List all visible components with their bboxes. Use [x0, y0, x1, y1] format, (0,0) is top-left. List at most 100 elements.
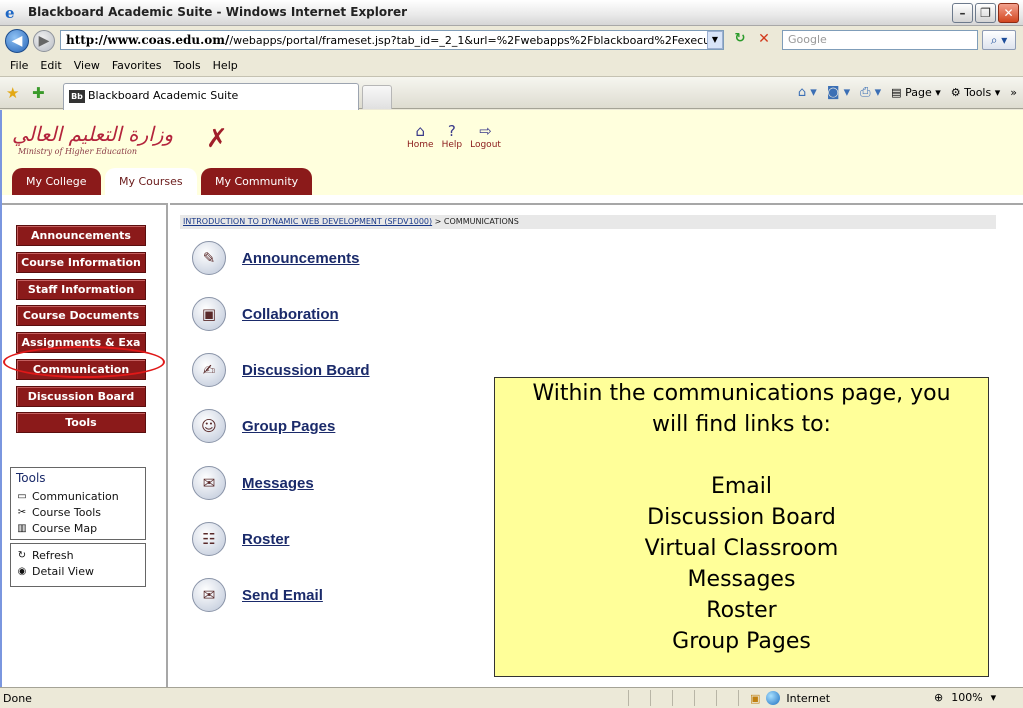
- security-zone[interactable]: ▣ Internet: [750, 691, 830, 705]
- messages-icon[interactable]: ✉: [192, 466, 226, 500]
- menu-view[interactable]: View: [68, 56, 106, 76]
- browser-tab[interactable]: Bb Blackboard Academic Suite: [63, 83, 359, 110]
- url-dropdown-icon[interactable]: ▼: [707, 31, 723, 49]
- announcements-icon[interactable]: ✎: [192, 241, 226, 275]
- roster-link[interactable]: Roster: [242, 531, 290, 548]
- search-input[interactable]: Google: [782, 30, 978, 50]
- restore-button[interactable]: ❐: [975, 3, 996, 23]
- nav-discussion-board[interactable]: Discussion Board: [16, 386, 146, 407]
- detail-view-action[interactable]: ◉ Detail View: [16, 563, 140, 579]
- page-menu[interactable]: ▤ Page ▾: [891, 86, 941, 99]
- refresh-action-icon: ↻: [17, 549, 27, 561]
- close-button[interactable]: ✕: [998, 3, 1019, 23]
- internet-globe-icon: [766, 691, 781, 705]
- help-icon: ?: [447, 122, 456, 140]
- tool-group-pages: ☺ Group Pages: [192, 409, 335, 443]
- window-title: Blackboard Academic Suite - Windows Inte…: [28, 5, 408, 19]
- add-favorite-icon[interactable]: ✚: [32, 84, 45, 102]
- collaboration-icon[interactable]: ▣: [192, 297, 226, 331]
- menu-edit[interactable]: Edit: [34, 56, 67, 76]
- actions-box: ↻ Refresh ◉ Detail View: [10, 543, 146, 587]
- favorites-star-icon[interactable]: ★: [6, 84, 19, 102]
- nav-tools[interactable]: Tools: [16, 412, 146, 433]
- search-button[interactable]: ⌕ ▾: [982, 30, 1016, 50]
- zoom-control[interactable]: ⊕ 100% ▾: [934, 691, 996, 704]
- ie-logo-icon: e: [5, 4, 15, 22]
- tools-item-label: Course Map: [32, 521, 98, 535]
- home-icon[interactable]: ⌂ ▾: [798, 85, 817, 100]
- help-link-label: Help: [441, 140, 463, 150]
- tab-my-college[interactable]: My College: [12, 168, 101, 195]
- nav-staff-information[interactable]: Staff Information: [16, 279, 146, 300]
- tool-announcements: ✎ Announcements: [192, 241, 360, 275]
- callout-item-virtual-classroom: Virtual Classroom: [644, 536, 839, 561]
- breadcrumb-course-link[interactable]: INTRODUCTION TO DYNAMIC WEB DEVELOPMENT …: [183, 217, 432, 226]
- page-menu-label: Page: [905, 86, 932, 99]
- chevron-more-icon[interactable]: »: [1010, 86, 1017, 99]
- logout-icon: ⇨: [479, 122, 492, 140]
- stop-icon[interactable]: ✕: [754, 31, 774, 49]
- home-link-icon: ⌂: [415, 122, 426, 140]
- url-path: /webapps/portal/frameset.jsp?tab_id=_2_1…: [229, 34, 724, 47]
- nav-announcements[interactable]: Announcements: [16, 225, 146, 246]
- tools-box: Tools ▭ Communication ✂ Course Tools ▥ Cour…: [10, 467, 146, 540]
- back-button[interactable]: ◀: [5, 29, 29, 53]
- status-separator: [672, 690, 673, 706]
- logo-arabic-text: وزارة التعليم العالي: [12, 122, 174, 146]
- group-pages-icon[interactable]: ☺: [192, 409, 226, 443]
- tool-send-email: ✉ Send Email: [192, 578, 323, 612]
- nav-course-information[interactable]: Course Information: [16, 252, 146, 273]
- tools-menu-label: Tools: [964, 86, 992, 99]
- home-link[interactable]: ⌂ Home: [407, 122, 434, 150]
- title-bar: e Blackboard Academic Suite - Windows In…: [0, 0, 1023, 26]
- group-pages-link[interactable]: Group Pages: [242, 418, 335, 435]
- status-separator: [716, 690, 717, 706]
- logout-link-label: Logout: [470, 140, 501, 150]
- minimize-button[interactable]: –: [952, 3, 973, 23]
- tools-item-course-map[interactable]: ▥ Course Map: [16, 520, 140, 536]
- tool-roster: ☷ Roster: [192, 522, 290, 556]
- status-separator: [650, 690, 651, 706]
- roster-icon[interactable]: ☷: [192, 522, 226, 556]
- forward-button[interactable]: ▶: [33, 30, 55, 52]
- tools-item-course-tools[interactable]: ✂ Course Tools: [16, 504, 140, 520]
- logout-link[interactable]: ⇨ Logout: [470, 122, 501, 150]
- zoom-icon: ⊕: [934, 691, 944, 704]
- discussion-board-link[interactable]: Discussion Board: [242, 362, 370, 379]
- menu-tools[interactable]: Tools: [168, 56, 207, 76]
- tab-my-courses[interactable]: My Courses: [105, 168, 197, 195]
- menu-favorites[interactable]: Favorites: [106, 56, 168, 76]
- wrench-icon: ✂: [17, 506, 27, 518]
- callout-item-messages: Messages: [687, 567, 796, 592]
- top-links: ⌂ Home ? Help ⇨ Logout: [407, 122, 501, 150]
- menu-help[interactable]: Help: [207, 56, 244, 76]
- send-email-icon[interactable]: ✉: [192, 578, 226, 612]
- callout-line-1: Within the communications page, you: [532, 381, 951, 406]
- feeds-icon[interactable]: ◙ ▾: [827, 85, 850, 100]
- messages-link[interactable]: Messages: [242, 475, 314, 492]
- tools-box-heading: Tools: [16, 471, 46, 485]
- tools-item-label: Course Tools: [32, 505, 101, 519]
- new-tab-button[interactable]: [362, 85, 392, 109]
- tab-bar: ★ ✚ Bb Blackboard Academic Suite ⌂ ▾ ◙ ▾…: [0, 76, 1023, 110]
- annotation-callout: Within the communications page, you will…: [494, 377, 989, 677]
- discussion-board-icon[interactable]: ✍: [192, 353, 226, 387]
- status-separator: [694, 690, 695, 706]
- nav-course-documents[interactable]: Course Documents: [16, 305, 146, 326]
- menu-file[interactable]: File: [4, 56, 34, 76]
- refresh-icon[interactable]: ↻: [730, 31, 750, 49]
- send-email-link[interactable]: Send Email: [242, 587, 323, 604]
- help-link[interactable]: ? Help: [442, 122, 463, 150]
- tools-item-communication[interactable]: ▭ Communication: [16, 488, 140, 504]
- callout-line-2: will find links to:: [652, 412, 831, 437]
- tab-my-community[interactable]: My Community: [201, 168, 313, 195]
- print-icon[interactable]: ⎙ ▾: [860, 85, 881, 100]
- tools-menu[interactable]: ⚙ Tools ▾: [951, 86, 1001, 99]
- announcements-link[interactable]: Announcements: [242, 250, 360, 267]
- tool-discussion-board: ✍ Discussion Board: [192, 353, 370, 387]
- url-input[interactable]: http://www.coas.edu.om//webapps/portal/f…: [60, 30, 724, 50]
- collaboration-link[interactable]: Collaboration: [242, 306, 339, 323]
- zoom-dropdown-icon: ▾: [990, 691, 997, 704]
- refresh-action[interactable]: ↻ Refresh: [16, 547, 140, 563]
- zoom-level: 100%: [951, 691, 983, 704]
